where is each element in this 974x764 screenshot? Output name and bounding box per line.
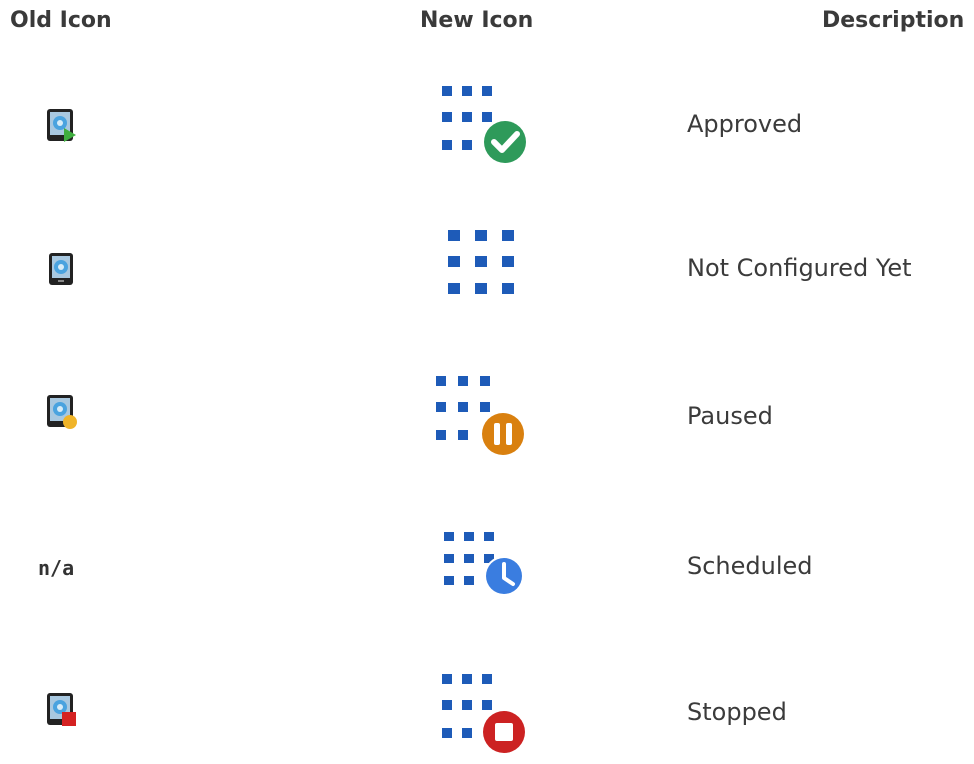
tablet-play-icon — [47, 109, 76, 142]
tablet-pause-icon — [47, 395, 77, 429]
grid-icon — [448, 230, 514, 294]
header-new-icon: New Icon — [420, 8, 534, 33]
grid-pause-icon — [436, 376, 526, 457]
description-text: Scheduled — [687, 552, 813, 580]
description-text: Stopped — [687, 698, 787, 726]
table-row-approved: Approved — [0, 74, 974, 174]
old-icon-na-text: n/a — [38, 556, 75, 580]
description-text: Not Configured Yet — [687, 254, 912, 282]
description-text: Paused — [687, 402, 773, 430]
table-row-stopped: Stopped — [0, 664, 974, 764]
tablet-icon — [49, 253, 73, 285]
table-row-not-configured: Not Configured Yet — [0, 218, 974, 318]
table-row-scheduled: n/a Scheduled — [0, 516, 974, 616]
header-old-icon: Old Icon — [10, 8, 112, 33]
tablet-stop-icon — [47, 693, 76, 726]
description-text: Approved — [687, 110, 803, 138]
grid-stop-icon — [442, 674, 527, 754]
grid-clock-icon — [444, 532, 524, 596]
grid-check-icon — [442, 86, 528, 165]
header-description: Description — [822, 8, 965, 33]
table-row-paused: Paused — [0, 364, 974, 464]
